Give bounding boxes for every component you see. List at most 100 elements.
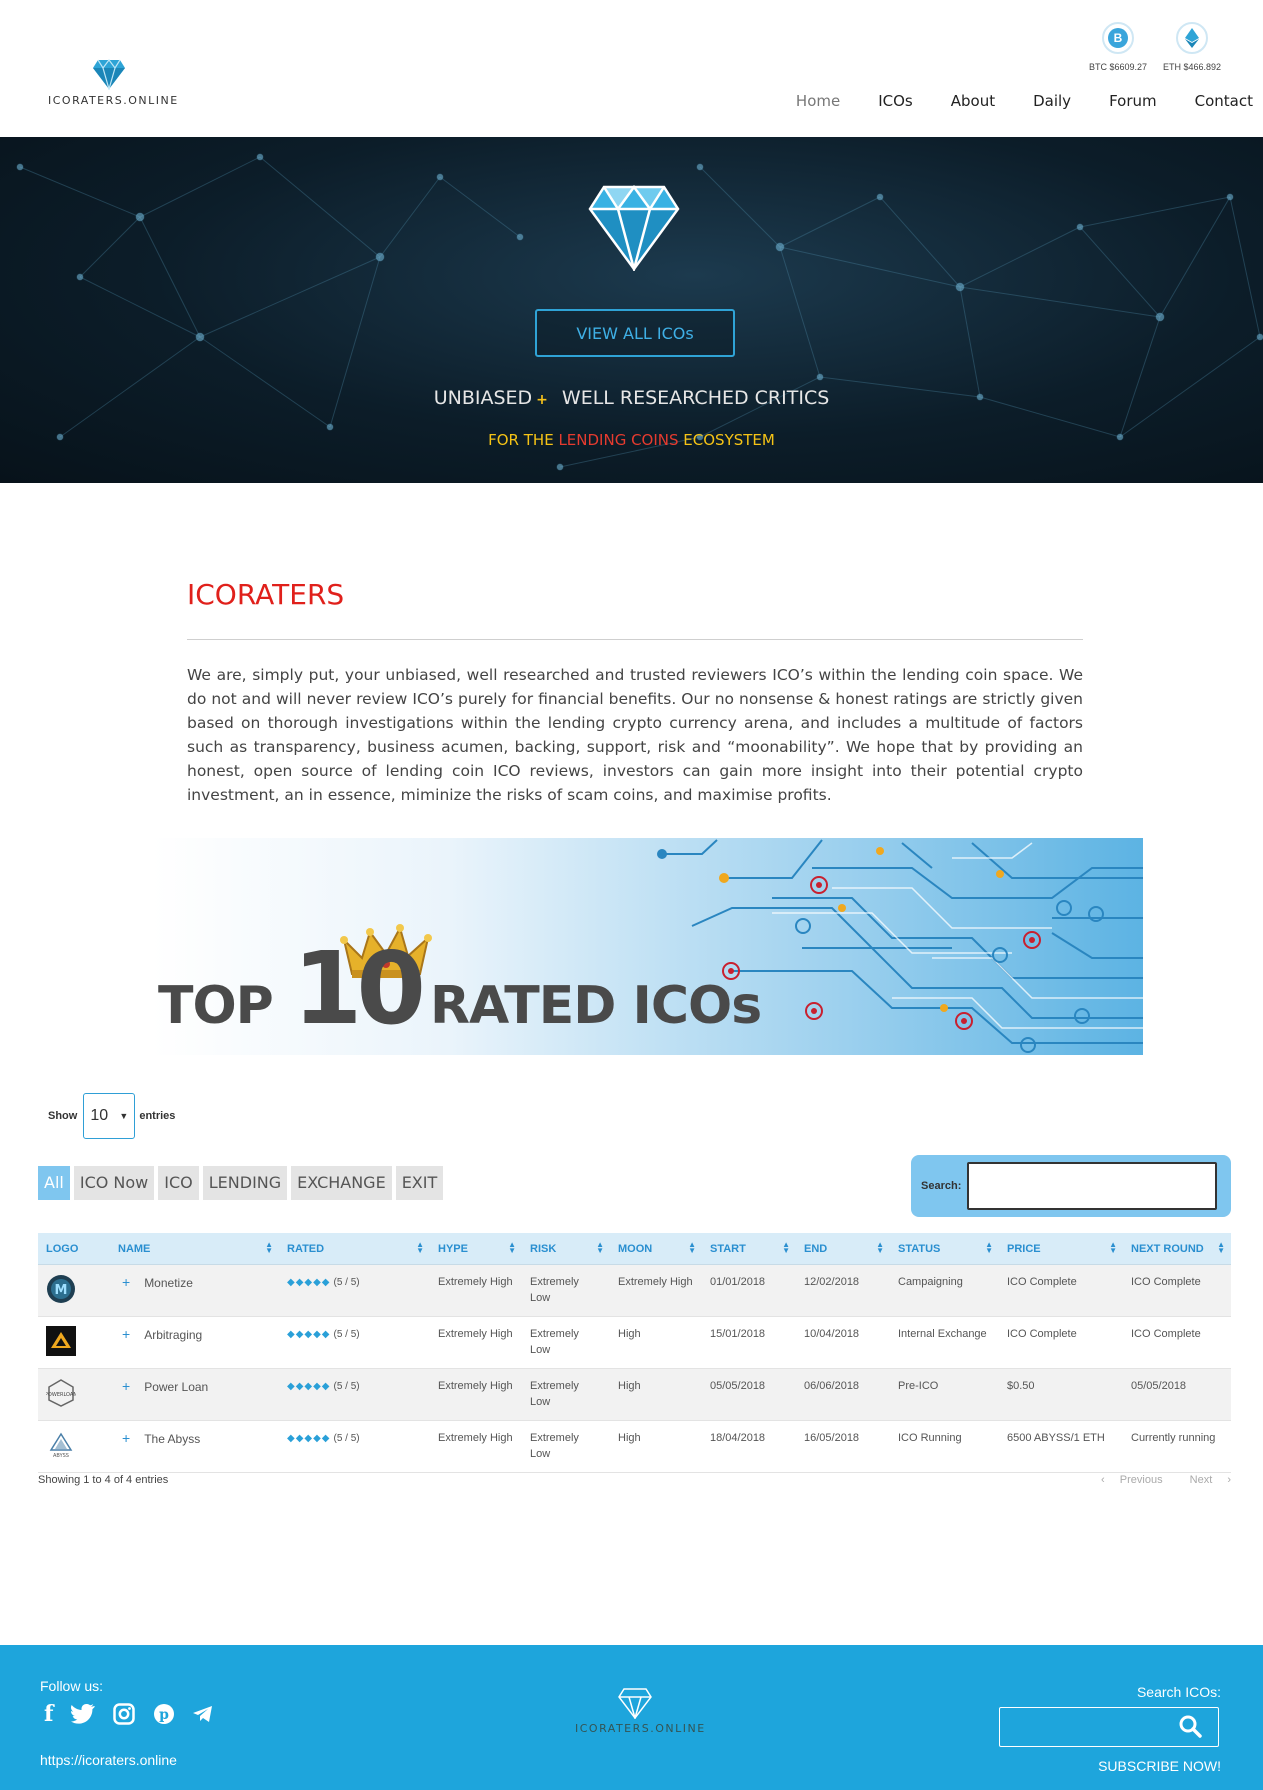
hype-cell: Extremely High <box>430 1316 522 1369</box>
name-cell: + Monetize <box>110 1264 279 1317</box>
hype-cell: Extremely High <box>430 1264 522 1317</box>
eth-ticker: ETH $466.892 <box>1154 22 1230 72</box>
entries-select[interactable]: 10 ▼ <box>83 1093 136 1139</box>
ico-name[interactable]: The Abyss <box>144 1432 200 1446</box>
price-cell: 6500 ABYSS/1 ETH <box>999 1420 1123 1473</box>
sort-icon: ▲ ▼ <box>782 1240 790 1255</box>
chevron-right-icon: › <box>1227 1474 1231 1486</box>
main-nav: Home ICOs About Daily Forum Contact <box>758 92 1253 110</box>
search-icon[interactable] <box>1178 1714 1202 1738</box>
col-start[interactable]: START ▲ ▼ <box>702 1233 796 1265</box>
risk-cell: Extremely Low <box>522 1264 610 1317</box>
filter-lending[interactable]: LENDING <box>202 1166 288 1200</box>
next-round-cell: ICO Complete <box>1123 1316 1231 1369</box>
tagline-part-b: WELL RESEARCHED CRITICS <box>561 387 830 409</box>
nav-forum[interactable]: Forum <box>1071 92 1157 110</box>
expand-icon[interactable]: + <box>122 1378 130 1394</box>
logo-cell <box>38 1316 110 1369</box>
site-logo[interactable]: ICORATERS.ONLINE <box>48 58 179 107</box>
col-hype-label: HYPE <box>438 1242 468 1255</box>
subscribe-link[interactable]: SUBSCRIBE NOW! <box>1098 1758 1221 1774</box>
col-status[interactable]: STATUS ▲ ▼ <box>890 1233 999 1265</box>
logo-cell: ABYSS <box>38 1420 110 1473</box>
footer-search-input[interactable] <box>999 1707 1219 1747</box>
diamond-rating-icons: ◆◆◆◆◆ <box>287 1277 331 1288</box>
ico-name[interactable]: Power Loan <box>144 1380 208 1394</box>
hype-cell: Extremely High <box>430 1420 522 1473</box>
banner-number: 10 <box>292 930 426 1047</box>
diamond-logo-icon <box>93 59 125 90</box>
nav-icos[interactable]: ICOs <box>840 92 913 110</box>
hero-tagline: UNBIASED + WELL RESEARCHED CRITICS <box>0 387 1263 409</box>
col-name[interactable]: NAME ▲ ▼ <box>110 1233 279 1265</box>
expand-icon[interactable]: + <box>122 1274 130 1290</box>
table-row[interactable]: + Arbitraging ◆◆◆◆◆ (5 / 5) Extremely Hig… <box>38 1316 1231 1369</box>
rating-cell: ◆◆◆◆◆ (5 / 5) <box>279 1264 430 1317</box>
follow-label: Follow us: <box>40 1678 104 1694</box>
rating-value: (5 / 5) <box>333 1381 360 1392</box>
col-moon[interactable]: MOON ▲ ▼ <box>610 1233 702 1265</box>
start-cell: 15/01/2018 <box>702 1316 796 1369</box>
diamond-rating-icons: ◆◆◆◆◆ <box>287 1433 331 1444</box>
svg-text:p: p <box>160 1707 170 1723</box>
ico-name[interactable]: Monetize <box>144 1276 193 1290</box>
previous-page-button[interactable]: ‹ Previous <box>1089 1474 1163 1486</box>
facebook-icon[interactable]: f <box>44 1701 53 1727</box>
start-cell: 18/04/2018 <box>702 1420 796 1473</box>
logo-cell: POWERLOAN <box>38 1368 110 1421</box>
view-all-icos-button[interactable]: VIEW ALL ICOs <box>535 309 735 357</box>
name-cell: + Arbitraging <box>110 1316 279 1369</box>
expand-icon[interactable]: + <box>122 1326 130 1342</box>
ico-name[interactable]: Arbitraging <box>144 1328 202 1342</box>
svg-text:M: M <box>55 1283 68 1298</box>
pinterest-icon[interactable]: p <box>153 1703 175 1725</box>
search-input[interactable] <box>967 1162 1218 1210</box>
moon-cell: Extremely High <box>610 1264 702 1317</box>
sort-icon: ▲ ▼ <box>688 1240 696 1255</box>
col-end-label: END <box>804 1242 828 1255</box>
about-text: We are, simply put, your unbiased, well … <box>187 666 1083 804</box>
telegram-icon[interactable] <box>193 1705 213 1723</box>
filter-ico[interactable]: ICO <box>158 1166 199 1200</box>
name-cell: + The Abyss <box>110 1420 279 1473</box>
col-risk-label: RISK <box>530 1242 557 1255</box>
instagram-icon[interactable] <box>113 1703 136 1725</box>
filter-exchange[interactable]: EXCHANGE <box>291 1166 392 1200</box>
end-cell: 12/02/2018 <box>796 1264 890 1317</box>
nav-daily[interactable]: Daily <box>995 92 1071 110</box>
hype-cell: Extremely High <box>430 1368 522 1421</box>
abyss-logo-icon: ABYSS <box>46 1430 76 1460</box>
expand-icon[interactable]: + <box>122 1430 130 1446</box>
table-row[interactable]: POWERLOAN + Power Loan ◆◆◆◆◆ (5 / 5) Extr… <box>38 1368 1231 1421</box>
nav-home[interactable]: Home <box>758 92 840 110</box>
nav-about[interactable]: About <box>913 92 995 110</box>
powerloan-logo-icon: POWERLOAN <box>46 1378 76 1408</box>
footer-logo[interactable]: ICORATERS.ONLINE <box>575 1687 704 1735</box>
sort-icon: ▲ ▼ <box>876 1240 884 1255</box>
footer-url[interactable]: https://icoraters.online <box>40 1752 177 1768</box>
col-end[interactable]: END ▲ ▼ <box>796 1233 890 1265</box>
logo-text: ICORATERS.ONLINE <box>48 94 179 107</box>
hero-diamond-icon <box>588 184 680 271</box>
twitter-icon[interactable] <box>71 1704 96 1724</box>
col-price[interactable]: PRICE ▲ ▼ <box>999 1233 1123 1265</box>
col-hype[interactable]: HYPE ▲ ▼ <box>430 1233 522 1265</box>
col-risk[interactable]: RISK ▲ ▼ <box>522 1233 610 1265</box>
next-page-button[interactable]: Next › <box>1178 1474 1231 1486</box>
svg-text:ABYSS: ABYSS <box>53 1453 69 1459</box>
table-row[interactable]: ABYSS + The Abyss ◆◆◆◆◆ (5 / 5) Extremely… <box>38 1420 1231 1473</box>
status-cell: Campaigning <box>890 1264 999 1317</box>
filter-all[interactable]: All <box>38 1166 70 1200</box>
filter-ico-now[interactable]: ICO Now <box>73 1166 155 1200</box>
col-rated[interactable]: RATED ▲ ▼ <box>279 1233 430 1265</box>
risk-cell: Extremely Low <box>522 1368 610 1421</box>
table-row[interactable]: M + Monetize ◆◆◆◆◆ (5 / 5) Extremely High… <box>38 1264 1231 1317</box>
diamond-rating-icons: ◆◆◆◆◆ <box>287 1381 331 1392</box>
rating-value: (5 / 5) <box>333 1277 360 1288</box>
filter-exit[interactable]: EXIT <box>395 1166 444 1200</box>
col-next-round[interactable]: NEXT ROUND ▲ ▼ <box>1123 1233 1231 1265</box>
col-start-label: START <box>710 1242 746 1255</box>
price-cell: $0.50 <box>999 1368 1123 1421</box>
nav-contact[interactable]: Contact <box>1157 92 1253 110</box>
hero-subtagline: FOR THE LENDING COINS ECOSYSTEM <box>0 431 1263 449</box>
